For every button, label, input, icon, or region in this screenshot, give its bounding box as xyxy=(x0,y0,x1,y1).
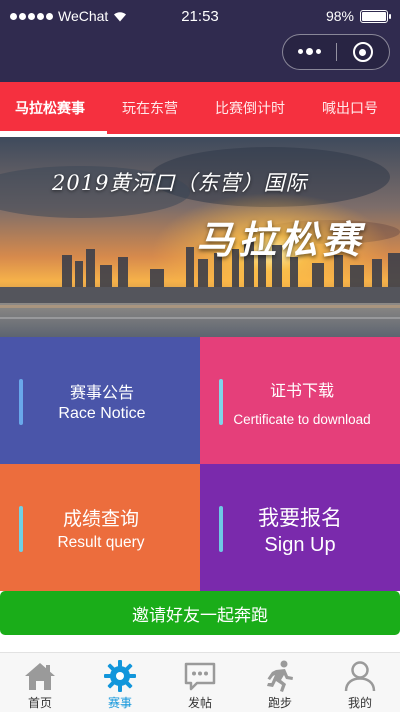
status-bar: WeChat 21:53 98% xyxy=(0,0,400,34)
tabbar-label-running: 跑步 xyxy=(267,696,292,710)
top-tabs: 马拉松赛事 玩在东营 比赛倒计时 喊出口号 xyxy=(0,82,400,134)
tabbar-item-running[interactable]: 跑步 xyxy=(240,653,320,712)
gear-icon xyxy=(102,658,138,694)
banner-title-line1: 2019黄河口（东营）国际 xyxy=(52,171,308,195)
sign-up-title: 我要报名 xyxy=(258,506,342,530)
tab-marathon-events[interactable]: 马拉松赛事 xyxy=(0,82,107,134)
mini-program-capsule xyxy=(282,34,390,70)
battery-percent: 98% xyxy=(325,8,354,24)
more-menu-button[interactable] xyxy=(283,48,336,55)
certificate-download-title: 证书下载 xyxy=(269,381,334,400)
sign-up-tile[interactable]: 我要报名 Sign Up xyxy=(200,464,400,591)
race-notice-tile[interactable]: 赛事公告 Race Notice xyxy=(0,337,200,464)
certificate-download-subtitle: Certificate to download xyxy=(233,412,371,427)
message-icon xyxy=(182,658,218,694)
home-icon xyxy=(22,658,58,694)
battery-group: 98% xyxy=(325,8,391,24)
feature-grid: 赛事公告 Race Notice 证书下载 Certificate to dow… xyxy=(0,337,400,591)
tabbar-item-mine[interactable]: 我的 xyxy=(320,653,400,712)
banner-title-line2: 马拉松赛 xyxy=(196,217,365,262)
result-query-title: 成绩查询 xyxy=(62,508,139,530)
close-button[interactable] xyxy=(337,42,389,62)
sign-up-subtitle: Sign Up xyxy=(264,534,336,556)
result-query-tile[interactable]: 成绩查询 Result query xyxy=(0,464,200,591)
user-icon xyxy=(342,658,378,694)
tab-play-in-dongying[interactable]: 玩在东营 xyxy=(100,82,200,134)
runner-icon xyxy=(262,658,298,694)
race-notice-subtitle: Race Notice xyxy=(58,405,146,422)
tabbar-item-post[interactable]: 发帖 xyxy=(160,653,240,712)
banner-image[interactable]: 2019黄河口（东营）国际 马拉松赛 xyxy=(0,137,400,337)
tabbar-item-home[interactable]: 首页 xyxy=(0,653,80,712)
invite-friends-button[interactable]: 邀请好友一起奔跑 xyxy=(0,591,400,635)
certificate-download-tile[interactable]: 证书下载 Certificate to download xyxy=(200,337,400,464)
bottom-tab-bar: 首页 赛事 发帖 跑步 我的 xyxy=(0,652,400,712)
tabbar-label-events: 赛事 xyxy=(107,696,132,710)
tab-shout-slogan[interactable]: 喊出口号 xyxy=(300,82,400,134)
battery-fill xyxy=(362,11,386,21)
tabbar-label-home: 首页 xyxy=(27,696,52,710)
result-query-subtitle: Result query xyxy=(57,534,145,551)
battery-icon xyxy=(360,9,391,23)
tab-race-countdown[interactable]: 比赛倒计时 xyxy=(200,82,300,134)
tabbar-label-post: 发帖 xyxy=(187,696,212,710)
nav-bar xyxy=(0,34,400,82)
tabbar-label-mine: 我的 xyxy=(347,696,372,710)
tabbar-item-events[interactable]: 赛事 xyxy=(80,653,160,712)
race-notice-title: 赛事公告 xyxy=(69,383,134,402)
close-circle-icon xyxy=(352,42,373,62)
